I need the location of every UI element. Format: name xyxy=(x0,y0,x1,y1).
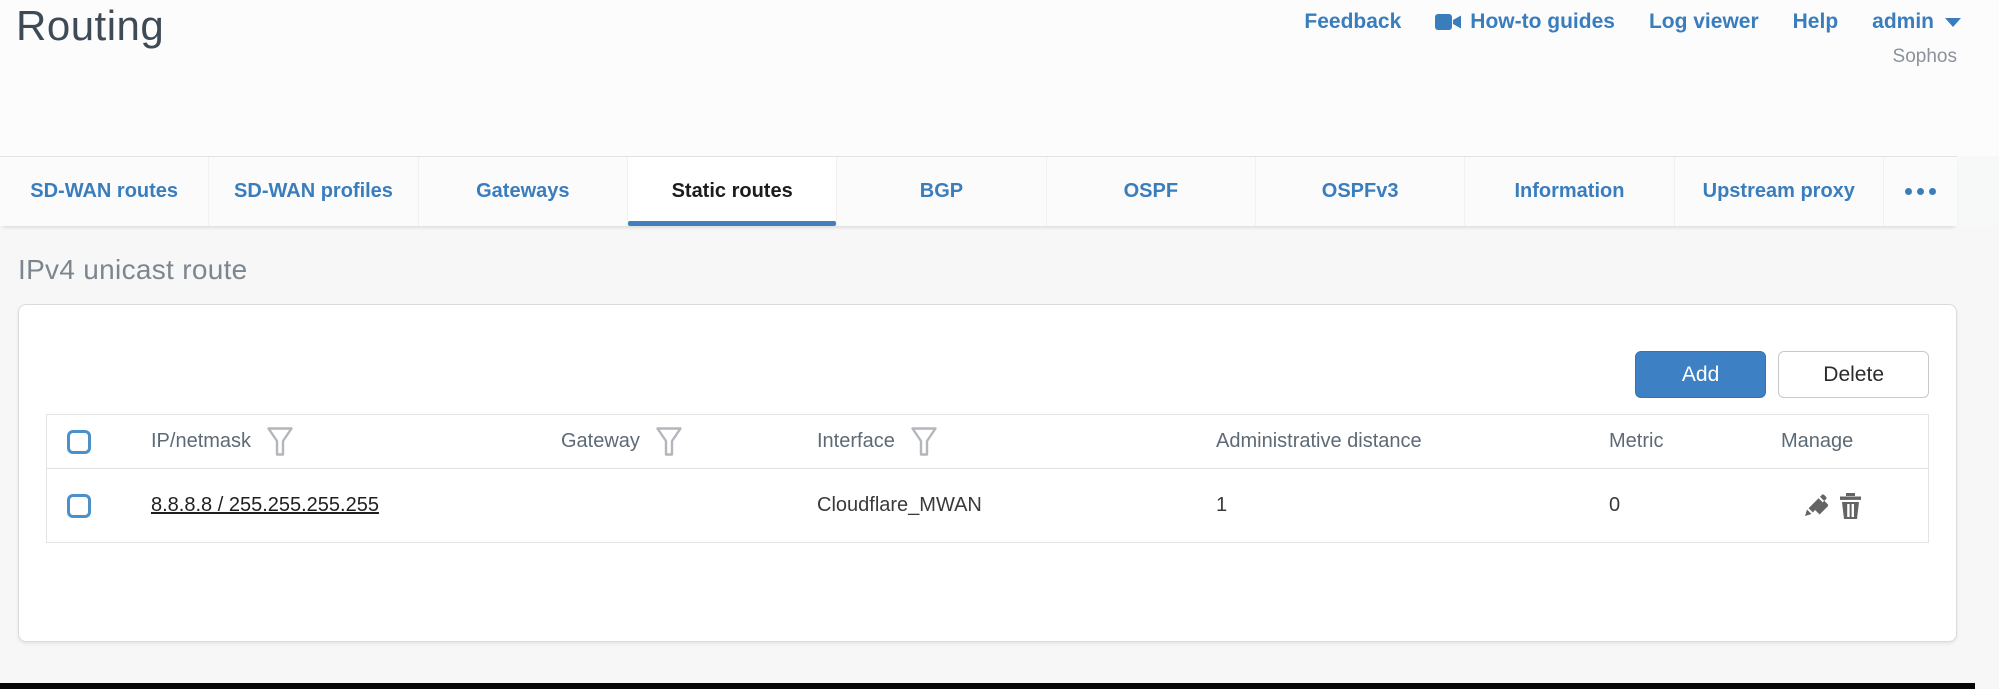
org-label: Sophos xyxy=(1893,46,1957,68)
section-heading: IPv4 unicast route xyxy=(18,226,1957,304)
chevron-down-icon xyxy=(1945,18,1961,27)
tab-bgp[interactable]: BGP xyxy=(836,157,1045,226)
log-viewer-link[interactable]: Log viewer xyxy=(1649,10,1759,34)
tab-ospf[interactable]: OSPF xyxy=(1046,157,1255,226)
tab-sdwan-profiles[interactable]: SD-WAN profiles xyxy=(208,157,417,226)
column-header-ip-netmask: IP/netmask xyxy=(151,427,561,457)
column-header-admin-distance: Administrative distance xyxy=(1216,430,1609,453)
tab-upstream-proxy[interactable]: Upstream proxy xyxy=(1674,157,1883,226)
tab-static-routes[interactable]: Static routes xyxy=(627,157,836,226)
video-camera-icon xyxy=(1435,13,1461,31)
tab-information[interactable]: Information xyxy=(1464,157,1673,226)
filter-funnel-icon[interactable] xyxy=(911,427,937,457)
table-row: 8.8.8.8 / 255.255.255.255 Cloudflare_MWA… xyxy=(47,469,1928,542)
cell-ip-netmask: 8.8.8.8 / 255.255.255.255 xyxy=(151,494,561,517)
top-navigation: Feedback How-to guides Log viewer Help a… xyxy=(1304,10,1961,34)
table-toolbar: Add Delete xyxy=(46,305,1929,398)
delete-button[interactable]: Delete xyxy=(1778,351,1929,398)
admin-menu-button[interactable]: admin xyxy=(1872,10,1961,34)
ellipsis-icon xyxy=(1905,188,1936,195)
edit-pencil-icon[interactable] xyxy=(1803,493,1828,518)
tab-gateways[interactable]: Gateways xyxy=(418,157,627,226)
cell-metric: 0 xyxy=(1609,494,1781,517)
page-title: Routing xyxy=(16,2,164,50)
header-checkbox-cell xyxy=(47,430,151,454)
add-button[interactable]: Add xyxy=(1635,351,1766,398)
page-header: Routing Feedback How-to guides Log viewe… xyxy=(0,0,1999,156)
filter-funnel-icon[interactable] xyxy=(656,427,682,457)
screen-bottom-edge xyxy=(0,683,1975,689)
tab-ospfv3[interactable]: OSPFv3 xyxy=(1255,157,1464,226)
content-area: IPv4 unicast route Add Delete IP/netmask xyxy=(0,226,1999,689)
cell-manage xyxy=(1781,493,1928,519)
tab-sdwan-routes[interactable]: SD-WAN routes xyxy=(0,157,208,226)
delete-trash-icon[interactable] xyxy=(1838,493,1863,519)
ipv4-unicast-route-panel: Add Delete IP/netmask Gateway xyxy=(18,304,1957,642)
row-checkbox[interactable] xyxy=(67,494,91,518)
column-header-metric: Metric xyxy=(1609,430,1781,453)
howto-guides-link[interactable]: How-to guides xyxy=(1435,10,1615,34)
help-link[interactable]: Help xyxy=(1793,10,1839,34)
row-checkbox-cell xyxy=(47,494,151,518)
table-header-row: IP/netmask Gateway xyxy=(47,415,1928,469)
routing-tabbar: SD-WAN routes SD-WAN profiles Gateways S… xyxy=(0,156,1957,226)
more-tabs-button[interactable] xyxy=(1883,157,1957,226)
feedback-link[interactable]: Feedback xyxy=(1304,10,1401,34)
cell-admin-distance: 1 xyxy=(1216,494,1609,517)
column-header-manage: Manage xyxy=(1781,430,1928,453)
filter-funnel-icon[interactable] xyxy=(267,427,293,457)
column-header-interface: Interface xyxy=(817,427,1216,457)
static-routes-table: IP/netmask Gateway xyxy=(46,414,1929,543)
route-link[interactable]: 8.8.8.8 / 255.255.255.255 xyxy=(151,494,379,516)
column-header-gateway: Gateway xyxy=(561,427,817,457)
cell-interface: Cloudflare_MWAN xyxy=(817,494,1216,517)
select-all-checkbox[interactable] xyxy=(67,430,91,454)
